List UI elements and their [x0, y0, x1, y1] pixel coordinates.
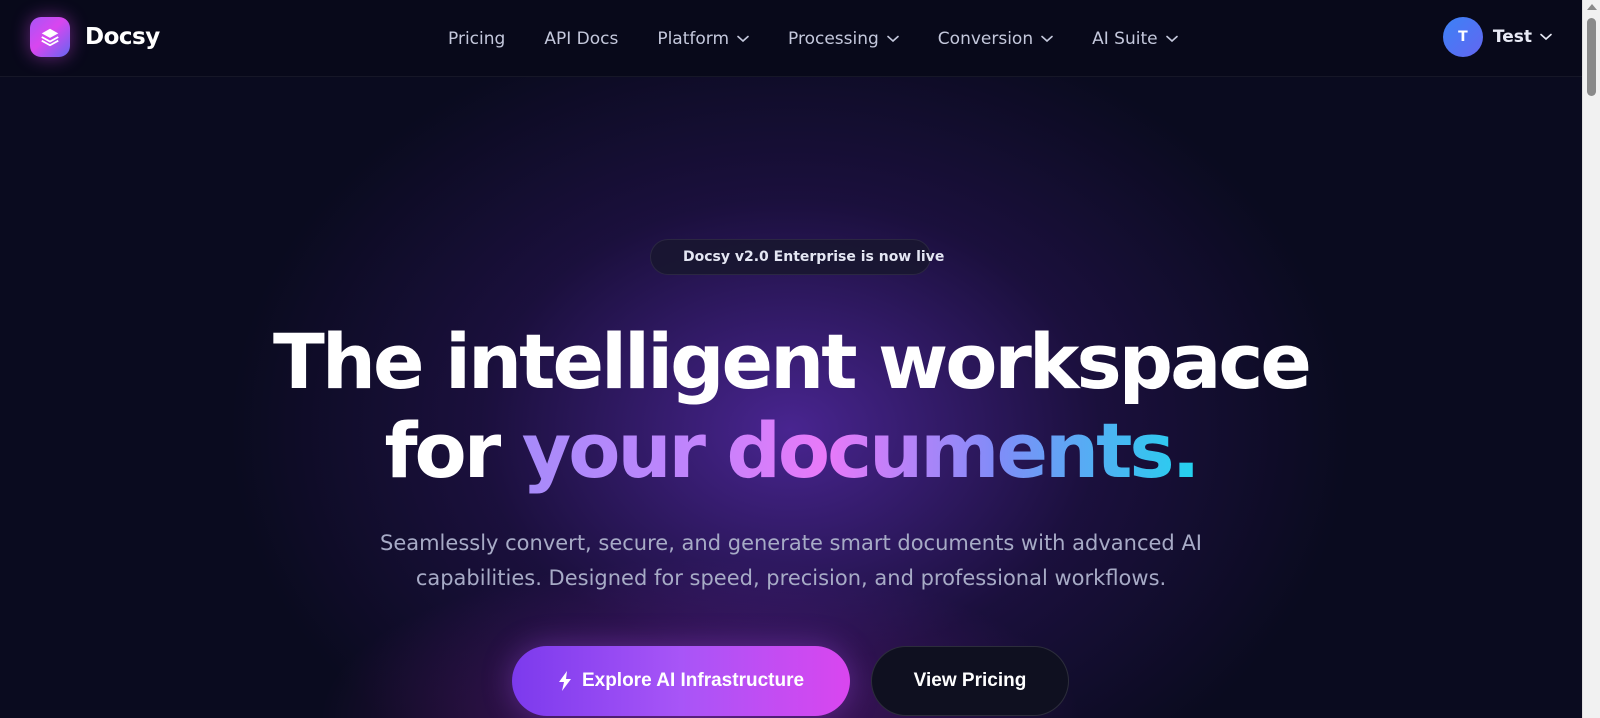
chevron-down-icon	[1041, 35, 1053, 43]
nav-item-platform[interactable]: Platform	[657, 29, 749, 49]
nav-item-label: AI Suite	[1092, 29, 1158, 49]
layers-icon	[30, 17, 70, 57]
nav-item-conversion[interactable]: Conversion	[938, 29, 1053, 49]
chevron-down-icon	[1540, 33, 1552, 41]
main-nav: Pricing API Docs Platform Processing Con…	[448, 25, 1178, 53]
vertical-scrollbar[interactable]	[1582, 0, 1600, 718]
chevron-down-icon	[1165, 35, 1178, 43]
user-menu[interactable]: T Test	[1442, 17, 1552, 57]
chevron-down-icon	[737, 35, 749, 43]
primary-cta-label: Explore AI Infrastructure	[581, 670, 805, 691]
landing-page: Docsy Pricing API Docs Platform Processi…	[0, 0, 1582, 718]
nav-item-pricing[interactable]: Pricing	[448, 29, 505, 49]
chevron-down-icon	[886, 35, 899, 43]
user-name: Test	[1492, 27, 1532, 47]
view-pricing-button[interactable]: View Pricing	[871, 646, 1069, 716]
lightning-bolt-icon	[558, 671, 572, 691]
subtitle-line-2: capabilities. Designed for speed, precis…	[415, 566, 1167, 590]
headline-line-1: The intelligent workspace	[273, 317, 1312, 406]
explore-ai-infrastructure-button[interactable]: Explore AI Infrastructure	[512, 646, 850, 716]
subtitle-line-1: Seamlessly convert, secure, and generate…	[379, 531, 1202, 555]
nav-item-label: Conversion	[937, 29, 1034, 49]
secondary-cta-label: View Pricing	[913, 670, 1027, 691]
nav-item-ai-suite[interactable]: AI Suite	[1092, 29, 1178, 49]
nav-item-label: Platform	[657, 29, 730, 49]
scrollbar-thumb[interactable]	[1587, 18, 1596, 96]
release-badge[interactable]: Docsy v2.0 Enterprise is now live	[650, 239, 944, 275]
brand-name: Docsy	[85, 24, 160, 50]
avatar: T	[1442, 17, 1483, 57]
badge-text: Docsy v2.0 Enterprise is now live	[683, 249, 945, 265]
nav-item-processing[interactable]: Processing	[788, 29, 899, 49]
brand[interactable]: Docsy	[30, 17, 160, 57]
top-navbar: Docsy Pricing API Docs Platform Processi…	[0, 0, 1582, 77]
hero-subtitle: Seamlessly convert, secure, and generate…	[0, 526, 1582, 596]
headline-line-2-gradient: your documents.	[521, 406, 1201, 495]
nav-item-api-docs[interactable]: API Docs	[544, 29, 618, 49]
nav-item-label: Processing	[788, 29, 879, 49]
nav-item-label: Pricing	[448, 29, 506, 49]
headline-line-2-plain: for	[384, 406, 501, 495]
scroll-up-arrow-icon[interactable]	[1587, 4, 1597, 10]
hero-headline: The intelligent workspace for your docum…	[0, 317, 1582, 495]
nav-item-label: API Docs	[544, 29, 619, 49]
